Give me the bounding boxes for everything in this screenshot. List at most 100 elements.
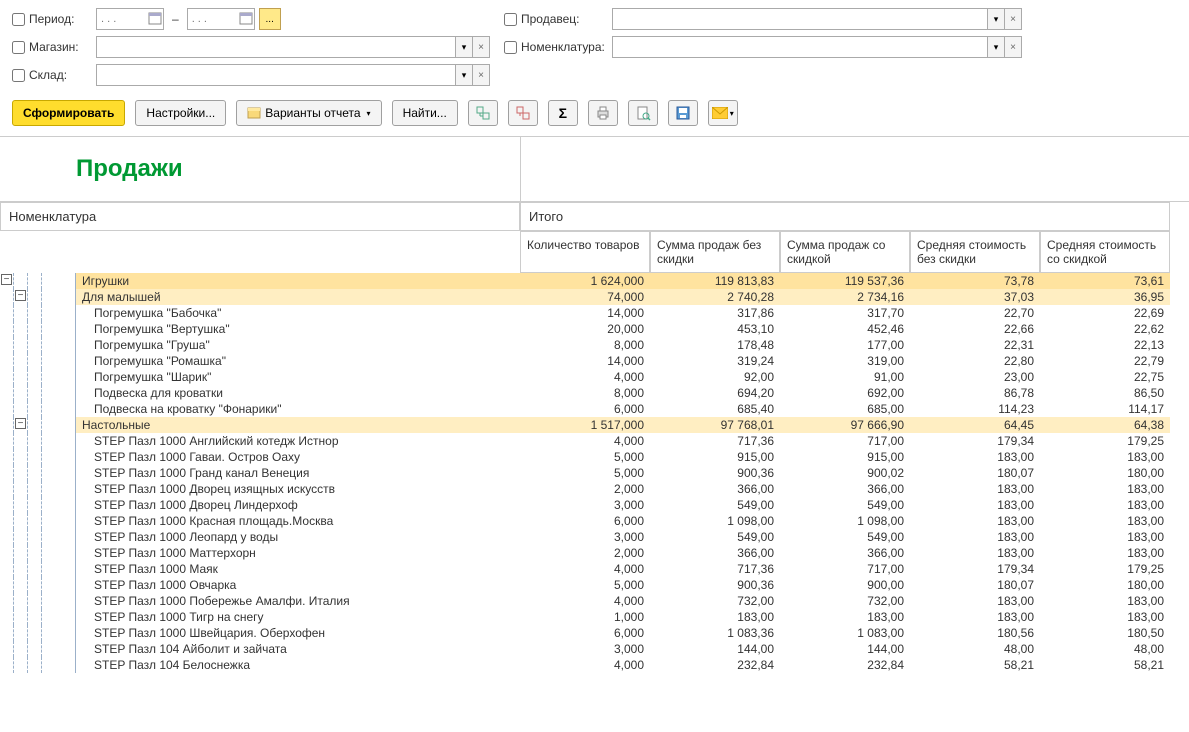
- dropdown-icon[interactable]: ▾: [455, 64, 473, 86]
- prodavec-checkbox[interactable]: [504, 13, 517, 26]
- row-value: 732,00: [650, 593, 780, 609]
- form-button[interactable]: Сформировать: [12, 100, 125, 126]
- row-value: 2 740,28: [650, 289, 780, 305]
- row-value: 692,00: [780, 385, 910, 401]
- row-name: Настольные: [76, 417, 520, 433]
- report-area: Продажи Номенклатура Итого Количество то…: [0, 136, 1189, 673]
- row-value: 23,00: [910, 369, 1040, 385]
- sklad-input[interactable]: [96, 64, 456, 86]
- row-value: 2 734,16: [780, 289, 910, 305]
- clear-icon[interactable]: ×: [1004, 36, 1022, 58]
- row-value: 22,66: [910, 321, 1040, 337]
- row-name: Погремушка "Груша": [76, 337, 520, 353]
- row-value: 179,25: [1040, 561, 1170, 577]
- date-dash: –: [172, 12, 179, 26]
- chevron-down-icon: ▾: [367, 109, 371, 118]
- dropdown-icon[interactable]: ▾: [987, 36, 1005, 58]
- row-value: 4,000: [520, 433, 650, 449]
- variants-button[interactable]: Варианты отчета ▾: [236, 100, 381, 126]
- row-value: 73,61: [1040, 273, 1170, 289]
- report-grid: Номенклатура Итого Количество товаров Су…: [0, 202, 1189, 673]
- row-value: 114,23: [910, 401, 1040, 417]
- row-value: 685,40: [650, 401, 780, 417]
- sum-icon[interactable]: Σ: [548, 100, 578, 126]
- row-value: 36,95: [1040, 289, 1170, 305]
- magazin-checkbox[interactable]: [12, 41, 25, 54]
- row-value: 6,000: [520, 513, 650, 529]
- calendar-icon[interactable]: [239, 11, 253, 25]
- row-name: STEP Пазл 104 Айболит и зайчата: [76, 641, 520, 657]
- dropdown-icon[interactable]: ▾: [455, 36, 473, 58]
- magazin-input[interactable]: [96, 36, 456, 58]
- col-sum-nodisc: Сумма продаж без скидки: [650, 231, 780, 273]
- row-value: 183,00: [1040, 449, 1170, 465]
- preview-icon[interactable]: [628, 100, 658, 126]
- row-value: 1,000: [520, 609, 650, 625]
- row-value: 183,00: [1040, 593, 1170, 609]
- clear-icon[interactable]: ×: [1004, 8, 1022, 30]
- row-value: 180,07: [910, 577, 1040, 593]
- row-value: 177,00: [780, 337, 910, 353]
- collapse-toggle[interactable]: −: [15, 418, 26, 429]
- print-icon[interactable]: [588, 100, 618, 126]
- row-value: 319,24: [650, 353, 780, 369]
- row-value: 5,000: [520, 577, 650, 593]
- row-name: Игрушки: [76, 273, 520, 289]
- row-value: 1 098,00: [780, 513, 910, 529]
- row-value: 366,00: [780, 545, 910, 561]
- collapse-toggle[interactable]: −: [1, 274, 12, 285]
- prodavec-input[interactable]: [612, 8, 988, 30]
- row-name: STEP Пазл 104 Белоснежка: [76, 657, 520, 673]
- row-value: 179,34: [910, 433, 1040, 449]
- save-icon[interactable]: [668, 100, 698, 126]
- row-value: 179,34: [910, 561, 1040, 577]
- row-value: 114,17: [1040, 401, 1170, 417]
- col-sum-disc: Сумма продаж со скидкой: [780, 231, 910, 273]
- calendar-icon[interactable]: [148, 11, 162, 25]
- mail-icon[interactable]: ▾: [708, 100, 738, 126]
- row-value: 183,00: [780, 609, 910, 625]
- collapse-tree-icon[interactable]: [508, 100, 538, 126]
- expand-tree-icon[interactable]: [468, 100, 498, 126]
- sklad-checkbox[interactable]: [12, 69, 25, 82]
- row-value: 183,00: [910, 513, 1040, 529]
- find-button[interactable]: Найти...: [392, 100, 458, 126]
- row-name: STEP Пазл 1000 Гранд канал Венеция: [76, 465, 520, 481]
- row-value: 183,00: [1040, 609, 1170, 625]
- row-value: 183,00: [910, 609, 1040, 625]
- row-value: 4,000: [520, 561, 650, 577]
- clear-icon[interactable]: ×: [472, 64, 490, 86]
- row-value: 717,00: [780, 561, 910, 577]
- row-value: 366,00: [650, 481, 780, 497]
- row-value: 22,13: [1040, 337, 1170, 353]
- row-value: 14,000: [520, 353, 650, 369]
- dropdown-icon[interactable]: ▾: [987, 8, 1005, 30]
- row-value: 179,25: [1040, 433, 1170, 449]
- settings-button[interactable]: Настройки...: [135, 100, 226, 126]
- row-value: 119 537,36: [780, 273, 910, 289]
- row-value: 183,00: [1040, 545, 1170, 561]
- clear-icon[interactable]: ×: [472, 36, 490, 58]
- nomen-checkbox[interactable]: [504, 41, 517, 54]
- row-value: 717,00: [780, 433, 910, 449]
- period-picker-button[interactable]: ...: [259, 8, 281, 30]
- filter-panel: Период: – ... Продавец: ▾ ×: [0, 0, 1189, 94]
- row-value: 183,00: [1040, 529, 1170, 545]
- period-checkbox[interactable]: [12, 13, 25, 26]
- toolbar: Сформировать Настройки... Варианты отчет…: [0, 94, 1189, 136]
- row-value: 694,20: [650, 385, 780, 401]
- collapse-toggle[interactable]: −: [15, 290, 26, 301]
- row-value: 3,000: [520, 497, 650, 513]
- row-value: 183,00: [1040, 481, 1170, 497]
- row-value: 74,000: [520, 289, 650, 305]
- row-value: 915,00: [650, 449, 780, 465]
- row-value: 3,000: [520, 641, 650, 657]
- row-value: 73,78: [910, 273, 1040, 289]
- magazin-label: Магазин:: [12, 40, 92, 54]
- nomen-input[interactable]: [612, 36, 988, 58]
- row-value: 183,00: [1040, 497, 1170, 513]
- row-value: 20,000: [520, 321, 650, 337]
- col-avg-disc: Средняя стоимость со скидкой: [1040, 231, 1170, 273]
- row-name: STEP Пазл 1000 Побережье Амалфи. Италия: [76, 593, 520, 609]
- row-value: 717,36: [650, 561, 780, 577]
